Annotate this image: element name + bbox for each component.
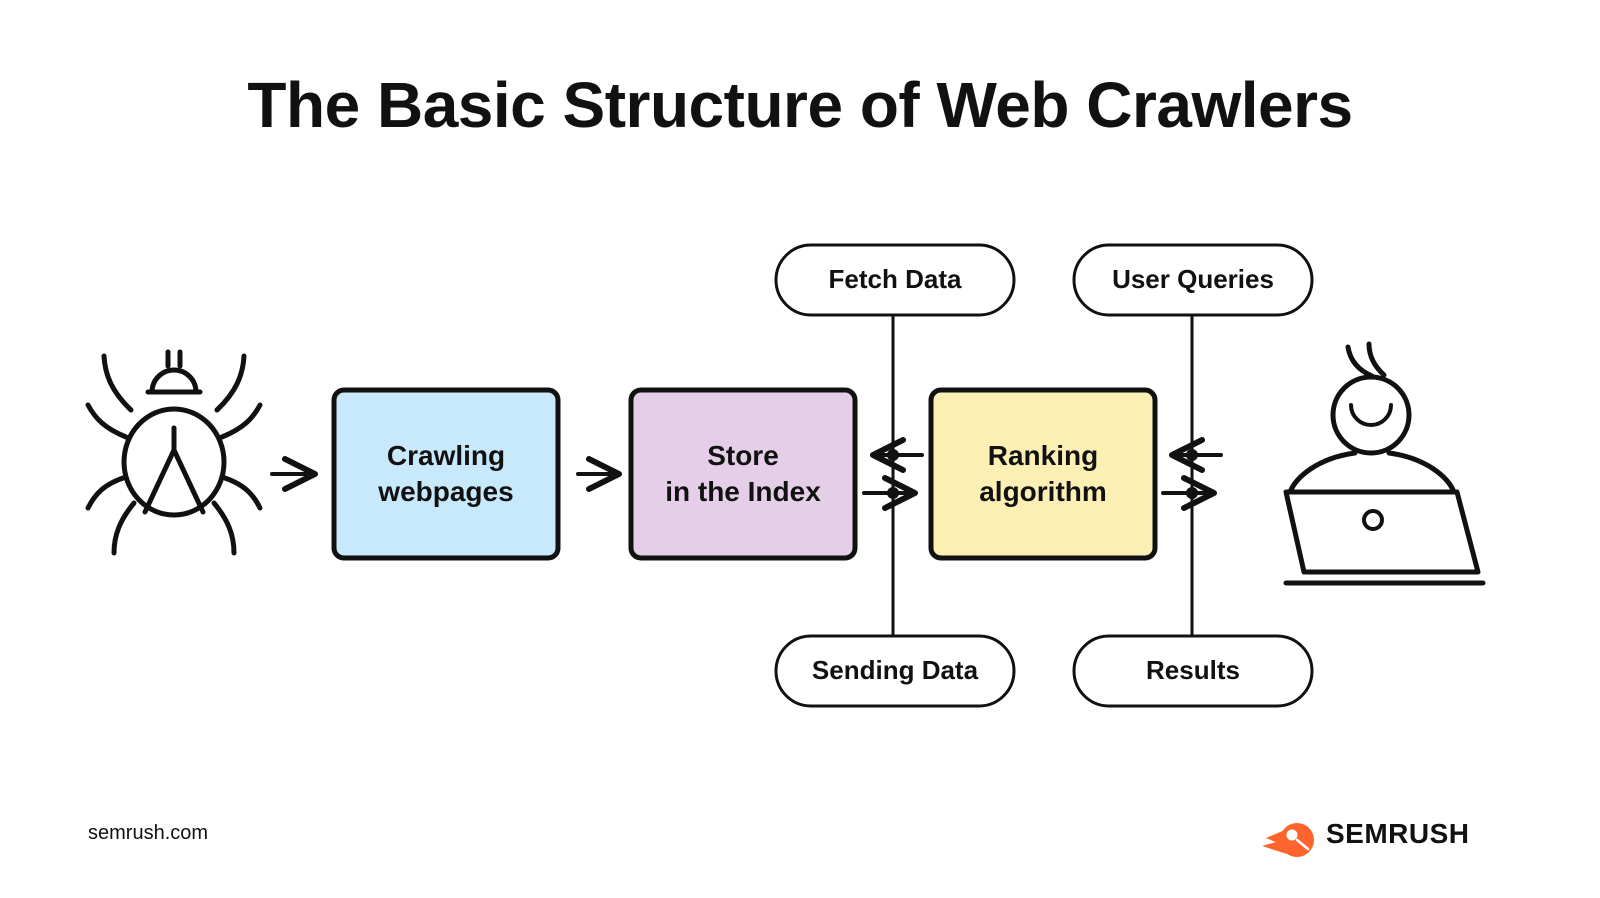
box-crawling-webpages[interactable] (331, 387, 561, 561)
pill-results[interactable] (1072, 634, 1314, 708)
diagram-graphics (85, 243, 1486, 857)
box-ranking-algorithm[interactable] (928, 387, 1158, 561)
junction-dot-sending (887, 487, 899, 499)
semrush-wordmark: SEMRUSH (1326, 818, 1470, 849)
spider-icon (85, 349, 263, 556)
semrush-logo: SEMRUSH (1262, 818, 1470, 850)
pill-fetch-data[interactable] (774, 243, 1016, 317)
pill-user-queries[interactable] (1072, 243, 1314, 317)
footer-source-url: semrush.com (88, 822, 209, 844)
box-store-in-the-index[interactable] (628, 387, 858, 561)
junction-dot-results (1186, 487, 1198, 499)
connector-bus-left (862, 313, 924, 638)
connector-bus-right (1161, 313, 1223, 638)
infographic-canvas: The Basic Structure of Web Crawlers Craw… (0, 0, 1600, 898)
junction-dot-queries (1186, 449, 1198, 461)
person-at-laptop-icon (1283, 341, 1486, 586)
pill-sending-data[interactable] (774, 634, 1016, 708)
junction-dot-fetch (887, 449, 899, 461)
